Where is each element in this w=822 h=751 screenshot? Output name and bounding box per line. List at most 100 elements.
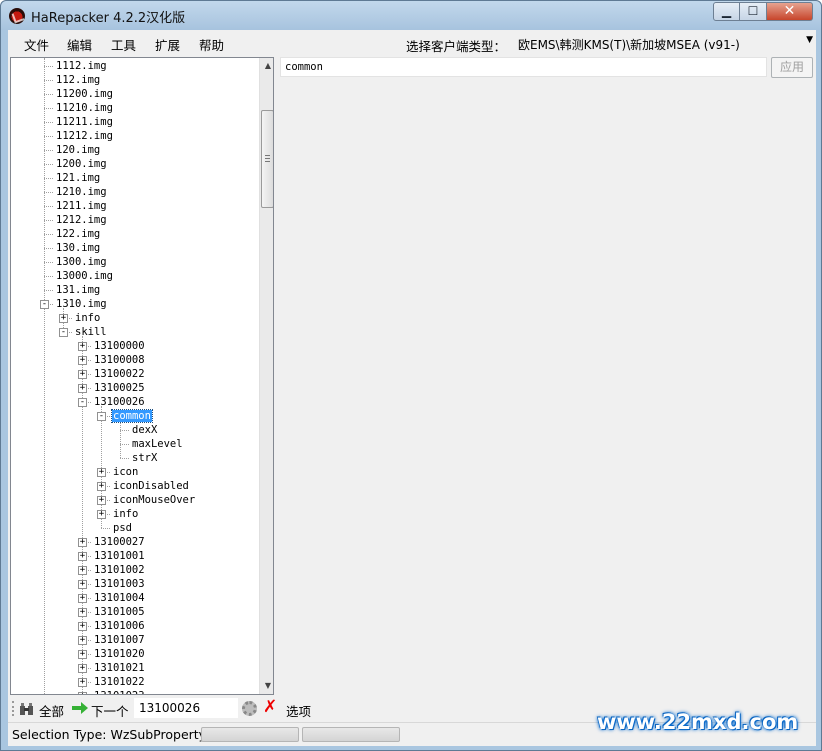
tree-node[interactable]: 11212.img [55,129,114,143]
app-icon[interactable] [9,8,25,24]
expand-icon[interactable]: + [78,678,87,687]
menu-help[interactable]: 帮助 [199,35,224,54]
tree-node[interactable]: 13101021 [93,661,146,675]
menu-tools[interactable]: 工具 [111,35,136,54]
tree-node[interactable]: dexX [131,423,158,437]
tree-node[interactable]: 1300.img [55,255,108,269]
find-all-button[interactable]: 全部 [39,701,64,720]
expand-icon[interactable]: + [78,608,87,617]
tree-node[interactable]: 11211.img [55,115,114,129]
tree-node[interactable]: 131.img [55,283,101,297]
tree-node[interactable]: 11210.img [55,101,114,115]
scroll-thumb[interactable] [261,110,273,208]
expand-icon[interactable]: + [97,496,106,505]
tree-node[interactable]: 1310.img [55,297,108,311]
expand-icon[interactable]: + [78,580,87,589]
apply-button[interactable]: 应用 [771,57,813,78]
expand-icon[interactable]: + [78,650,87,659]
expand-icon[interactable]: + [78,552,87,561]
menu-extensions[interactable]: 扩展 [155,35,180,54]
find-next-button[interactable]: 下一个 [91,701,129,720]
tree-node[interactable]: 13101023 [93,689,146,694]
menu-edit[interactable]: 编辑 [67,35,92,54]
tree-node[interactable]: 13100026 [93,395,146,409]
expand-icon[interactable]: + [97,482,106,491]
expand-icon[interactable]: + [78,370,87,379]
search-input[interactable]: 13100026 [134,698,238,718]
expand-icon[interactable]: + [78,538,87,547]
expand-icon[interactable]: + [78,566,87,575]
collapse-icon[interactable]: - [59,328,68,337]
tree-node[interactable]: 1200.img [55,157,108,171]
gear-icon[interactable] [242,701,257,716]
tree-node[interactable]: 13000.img [55,269,114,283]
dropdown-arrow-icon[interactable]: ▼ [806,35,813,45]
tree-node[interactable]: common [111,409,153,423]
expand-icon[interactable]: + [78,664,87,673]
title-bar[interactable]: HaRepacker 4.2.2汉化版 ▁ ☐ ✕ [1,1,821,30]
tree-node[interactable]: 112.img [55,73,101,87]
expand-icon[interactable]: + [78,342,87,351]
tree-node[interactable]: 13101005 [93,605,146,619]
tree-node[interactable]: 1211.img [55,199,108,213]
tree-node[interactable]: 120.img [55,143,101,157]
tree-node[interactable]: 13100027 [93,535,146,549]
tree-node[interactable]: info [112,507,139,521]
tree-node[interactable]: 130.img [55,241,101,255]
close-button[interactable]: ✕ [767,2,813,21]
tree-node[interactable]: info [74,311,101,325]
toolbar-grip[interactable] [12,701,15,716]
collapse-icon[interactable]: - [40,300,49,309]
tree-node[interactable]: 1212.img [55,213,108,227]
tree-node[interactable]: 1210.img [55,185,108,199]
tree-node[interactable]: 13100022 [93,367,146,381]
expand-icon[interactable]: + [78,384,87,393]
wz-tree-view[interactable]: 1112.img 112.img 11200.img 11210.img 11211.i… [10,57,274,695]
menu-file[interactable]: 文件 [24,35,49,54]
tree-node[interactable]: 13101022 [93,675,146,689]
minimize-button[interactable]: ▁ [713,2,740,21]
collapse-icon[interactable]: - [78,398,87,407]
node-value-field[interactable]: common [280,57,767,77]
maximize-button[interactable]: ☐ [740,2,767,21]
tree-node[interactable]: 122.img [55,227,101,241]
tree-node[interactable]: strX [131,451,158,465]
tree-node[interactable]: maxLevel [131,437,184,451]
options-button[interactable]: 选项 [286,701,311,720]
tree-node[interactable]: 13101004 [93,591,146,605]
expand-icon[interactable]: + [97,468,106,477]
tree-node[interactable]: 13101020 [93,647,146,661]
tree-node[interactable]: 13100008 [93,353,146,367]
tree-node[interactable]: 1112.img [55,59,108,73]
scroll-up-icon[interactable]: ▲ [260,58,273,74]
expand-icon[interactable]: + [78,692,87,694]
tree-node[interactable]: 13101002 [93,563,146,577]
tree-node[interactable]: psd [112,521,133,535]
tree-node[interactable]: icon [112,465,139,479]
expand-icon[interactable]: + [59,314,68,323]
tree-node[interactable]: 11200.img [55,87,114,101]
expand-icon[interactable]: + [78,622,87,631]
tree-node[interactable]: 13101007 [93,633,146,647]
tree-node[interactable]: 121.img [55,171,101,185]
expand-icon[interactable]: + [78,356,87,365]
arrow-right-icon[interactable] [72,702,88,714]
tree-node[interactable]: 13101003 [93,577,146,591]
scroll-down-icon[interactable]: ▼ [260,678,273,694]
tree-node[interactable]: skill [74,325,108,339]
cancel-x-icon[interactable]: ✗ [263,697,277,717]
tree-node[interactable]: 13101001 [93,549,146,563]
tree-node[interactable]: iconMouseOver [112,493,196,507]
expand-icon[interactable]: + [78,636,87,645]
tree-node[interactable]: 13100000 [93,339,146,353]
tree-node-label: 13101020 [94,648,145,660]
find-all-icon[interactable] [20,703,33,715]
expand-icon[interactable]: + [97,510,106,519]
tree-scrollbar[interactable]: ▲ ▼ [259,58,273,694]
collapse-icon[interactable]: - [97,412,106,421]
expand-icon[interactable]: + [78,594,87,603]
tree-node[interactable]: 13100025 [93,381,146,395]
tree-node[interactable]: 13101006 [93,619,146,633]
tree-node[interactable]: iconDisabled [112,479,190,493]
client-type-select[interactable]: 欧EMS\韩测KMS(T)\新加坡MSEA (v91-) ▼ [513,32,815,53]
